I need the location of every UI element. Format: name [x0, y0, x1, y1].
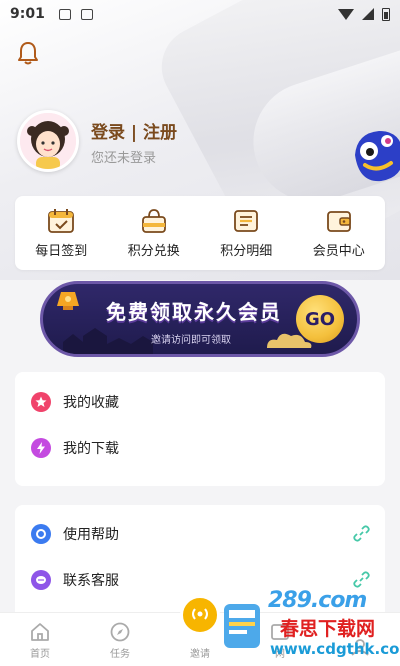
status-bar: 9:01 — [0, 0, 400, 28]
mascot-icon — [355, 131, 400, 182]
tab-invite-label: 邀请 — [190, 649, 210, 660]
watermark-logo-text: 289.com — [268, 588, 367, 613]
basket-icon — [141, 208, 166, 233]
login-status-text: 您还未登录 — [91, 151, 157, 166]
points-exchange-button[interactable]: 积分兑换 — [114, 208, 194, 259]
my-downloads-item[interactable]: 我的下载 — [15, 426, 385, 470]
tab-tasks-label: 任务 — [110, 649, 130, 660]
tab-home-label: 首页 — [30, 649, 50, 660]
chat-icon — [31, 570, 51, 590]
link-icon — [353, 525, 370, 542]
daily-checkin-button[interactable]: 每日签到 — [21, 208, 101, 259]
wifi-icon — [338, 8, 354, 20]
help-label: 使用帮助 — [63, 527, 119, 543]
home-icon — [31, 623, 49, 641]
go-button[interactable]: GO — [296, 295, 344, 343]
signal-icon — [362, 8, 374, 20]
avatar-girl-icon — [20, 113, 76, 169]
list-icon — [234, 209, 259, 232]
bell-icon[interactable] — [17, 41, 39, 65]
help-item[interactable]: 使用帮助 — [15, 512, 385, 556]
login-register-link[interactable]: 登录 | 注册 — [91, 118, 177, 143]
member-center-label: 会员中心 — [312, 243, 365, 259]
points-exchange-label: 积分兑换 — [127, 243, 180, 259]
my-favorites-label: 我的收藏 — [63, 395, 119, 411]
village-silhouette-icon — [63, 328, 153, 354]
personal-menu-card: 我的收藏 我的下载 — [15, 372, 385, 486]
status-time: 9:01 — [10, 6, 45, 22]
star-icon — [31, 392, 51, 412]
contact-support-label: 联系客服 — [63, 573, 119, 589]
watermark-site-name: 春思下载网 — [280, 618, 376, 640]
battery-icon — [382, 7, 390, 21]
banner-title: 免费领取永久会员 — [106, 300, 282, 324]
points-detail-button[interactable]: 积分明细 — [206, 208, 286, 259]
tab-tasks[interactable]: 任务 — [80, 613, 160, 666]
my-downloads-label: 我的下载 — [63, 441, 119, 457]
points-detail-label: 积分明细 — [220, 243, 273, 259]
calendar-icon — [48, 208, 75, 233]
member-center-button[interactable]: 会员中心 — [299, 208, 379, 259]
my-favorites-item[interactable]: 我的收藏 — [15, 380, 385, 424]
notification-icon — [80, 8, 93, 20]
daily-checkin-label: 每日签到 — [35, 243, 88, 259]
help-icon — [31, 524, 51, 544]
avatar[interactable] — [17, 110, 79, 172]
watermark-domain: www.cdgthk.com — [270, 640, 400, 658]
wallet-icon — [326, 210, 351, 232]
quick-actions-card: 每日签到 积分兑换 积分明细 会员中心 — [15, 196, 385, 270]
gallery-icon — [58, 8, 71, 20]
broadcast-icon — [180, 595, 220, 635]
tab-home[interactable]: 首页 — [0, 613, 80, 666]
banner-subtitle: 邀请访问即可领取 — [151, 335, 231, 346]
lantern-icon — [57, 292, 79, 310]
lightning-icon — [31, 438, 51, 458]
free-vip-banner[interactable]: 免费领取永久会员 邀请访问即可领取 GO — [40, 281, 360, 357]
compass-icon — [110, 622, 130, 642]
